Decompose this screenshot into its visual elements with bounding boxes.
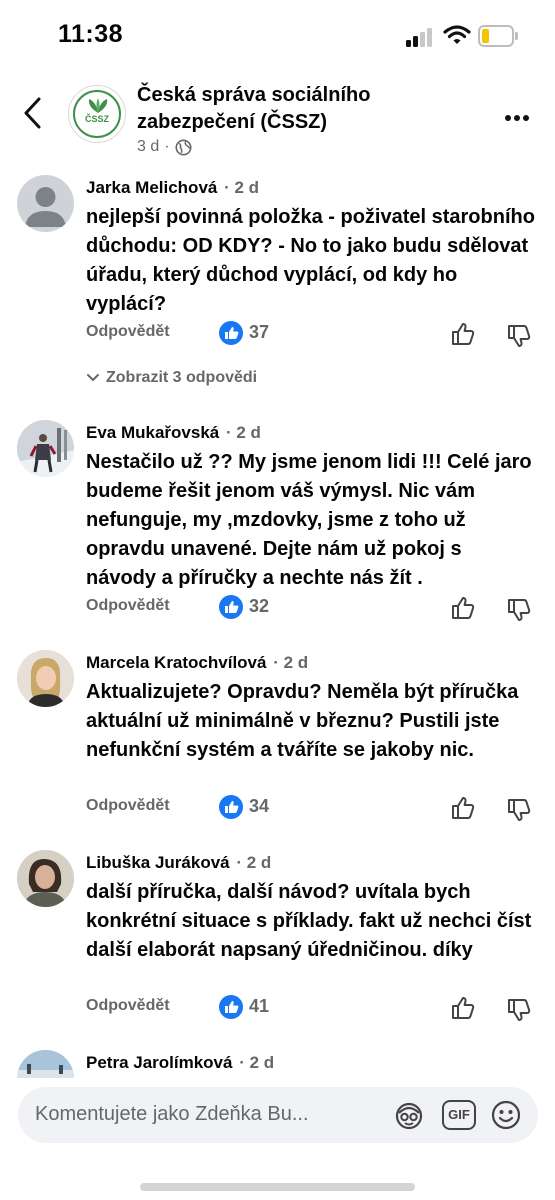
thumbs-down-icon[interactable] xyxy=(506,997,532,1023)
cellular-signal-icon xyxy=(406,27,436,47)
like-reaction-icon[interactable] xyxy=(219,795,243,819)
thumbs-down-icon[interactable] xyxy=(506,597,532,623)
like-count[interactable]: 41 xyxy=(249,996,269,1017)
comments-list: Jarka Melichová · 2 d nejlepší povinná p… xyxy=(0,168,555,1078)
comment-age: · 2 d xyxy=(236,853,272,872)
comment-author[interactable]: Libuška Juráková · 2 d xyxy=(86,853,271,873)
comment-input-placeholder[interactable]: Komentujete jako Zdeňka Bu... xyxy=(35,1103,309,1126)
thumbs-down-icon[interactable] xyxy=(506,323,532,349)
commenter-avatar[interactable] xyxy=(17,420,74,477)
comment-text: Nestačilo už ?? My jsme jenom lidi !!! C… xyxy=(86,451,532,589)
comment-composer[interactable]: Komentujete jako Zdeňka Bu... GIF xyxy=(18,1087,538,1143)
comment-author-name[interactable]: Marcela Kratochvílová xyxy=(86,653,266,672)
meta-separator: · xyxy=(164,138,170,155)
leaf-icon xyxy=(88,98,108,113)
comment-age: · 2 d xyxy=(239,1053,275,1072)
commenter-avatar[interactable] xyxy=(17,850,74,907)
page-logo-text: ČSSZ xyxy=(84,114,109,124)
reply-button[interactable]: Odpovědět xyxy=(86,597,170,615)
emoji-icon[interactable] xyxy=(490,1099,522,1131)
page-title[interactable]: Česká správa sociálního zabezpečení (ČSS… xyxy=(137,82,437,136)
view-replies-link[interactable]: Zobrazit 3 odpovědi xyxy=(86,369,257,387)
thumbs-up-icon[interactable] xyxy=(450,995,476,1021)
wifi-icon xyxy=(443,25,471,44)
view-replies-label[interactable]: Zobrazit 3 odpovědi xyxy=(106,369,257,387)
thumbs-down-icon[interactable] xyxy=(506,797,532,823)
comment-text: Aktualizujete? Opravdu? Neměla být příru… xyxy=(86,681,519,761)
status-bar: 11:38 xyxy=(0,0,555,70)
default-avatar-icon[interactable] xyxy=(17,175,74,232)
post-meta: 3 d · xyxy=(137,138,192,156)
post-age: 3 d xyxy=(137,138,160,155)
battery-icon xyxy=(478,25,518,47)
comment-actions: Odpovědět 37 xyxy=(86,321,536,347)
thumbs-up-icon[interactable] xyxy=(450,795,476,821)
comment-actions: Odpovědět 41 xyxy=(86,995,536,1021)
comment-author[interactable]: Marcela Kratochvílová · 2 d xyxy=(86,653,308,673)
comment-author[interactable]: Jarka Melichová · 2 d xyxy=(86,178,259,198)
globe-icon xyxy=(175,138,192,156)
comment-actions: Odpovědět 32 xyxy=(86,595,536,621)
commenter-avatar[interactable] xyxy=(17,650,74,707)
comment-author-name[interactable]: Eva Mukařovská xyxy=(86,423,219,442)
reply-button[interactable]: Odpovědět xyxy=(86,797,170,815)
comment-author-name[interactable]: Petra Jarolímková xyxy=(86,1053,232,1072)
comment-author[interactable]: Petra Jarolímková · 2 d xyxy=(86,1053,274,1073)
comment-actions: Odpovědět 34 xyxy=(86,795,536,821)
gif-icon[interactable]: GIF xyxy=(442,1100,476,1130)
like-reaction-icon[interactable] xyxy=(219,995,243,1019)
back-arrow-icon[interactable] xyxy=(22,96,44,130)
commenter-avatar[interactable] xyxy=(17,1050,74,1078)
thumbs-up-icon[interactable] xyxy=(450,595,476,621)
home-indicator xyxy=(140,1183,415,1191)
reply-button[interactable]: Odpovědět xyxy=(86,323,170,341)
gif-label: GIF xyxy=(448,1107,470,1122)
battery-level xyxy=(482,29,489,43)
comment-age: · 2 d xyxy=(273,653,309,672)
comment-author-name[interactable]: Libuška Juráková xyxy=(86,853,230,872)
like-count[interactable]: 34 xyxy=(249,796,269,817)
page-logo[interactable]: ČSSZ xyxy=(68,85,126,143)
like-reaction-icon[interactable] xyxy=(219,595,243,619)
comment-age: · 2 d xyxy=(224,178,260,197)
status-time: 11:38 xyxy=(58,20,124,48)
comment-author[interactable]: Eva Mukařovská · 2 d xyxy=(86,423,261,443)
more-options-icon[interactable] xyxy=(505,108,537,121)
thumbs-up-icon[interactable] xyxy=(450,321,476,347)
comment-text: nejlepší povinná položka - poživatel sta… xyxy=(86,206,535,315)
post-header: ČSSZ Česká správa sociálního zabezpečení… xyxy=(0,70,555,168)
like-reaction-icon[interactable] xyxy=(219,321,243,345)
avatar-sticker-icon[interactable] xyxy=(393,1099,425,1131)
like-count[interactable]: 32 xyxy=(249,596,269,617)
comment-text: další příručka, další návod? uvítala byc… xyxy=(86,881,532,961)
comment-age: · 2 d xyxy=(225,423,261,442)
reply-button[interactable]: Odpovědět xyxy=(86,997,170,1015)
comment-author-name[interactable]: Jarka Melichová xyxy=(86,178,217,197)
chevron-down-icon xyxy=(87,374,99,382)
like-count[interactable]: 37 xyxy=(249,322,269,343)
